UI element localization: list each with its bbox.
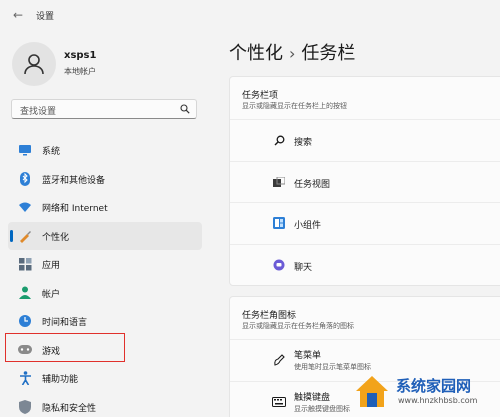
- nav-item-accessibility[interactable]: 辅助功能: [8, 364, 202, 393]
- nav-label: 系统: [42, 147, 61, 157]
- account-type: 本地帐户: [64, 67, 96, 76]
- settings-search-input[interactable]: 查找设置: [11, 99, 197, 119]
- nav-label: 网络和 Internet: [42, 204, 108, 214]
- accessibility-icon: [18, 371, 32, 385]
- breadcrumb-current: 任务栏: [301, 43, 356, 64]
- bluetooth-icon: [18, 171, 32, 186]
- section-header[interactable]: 任务栏项 显示或隐藏显示在任务栏上的按钮: [230, 77, 500, 119]
- nav-list: 系统 蓝牙和其他设备 网络和 Internet 个性化 应用 帐户 时间和语言 …: [8, 136, 204, 417]
- breadcrumb: 个性化 › 任务栏: [229, 39, 355, 65]
- nav-label: 个性化: [42, 232, 70, 243]
- section-header[interactable]: 任务栏角图标 显示或隐藏显示在任务栏角落的图标: [230, 297, 500, 339]
- nav-item-privacy-security[interactable]: 隐私和安全性: [8, 393, 202, 417]
- user-profile[interactable]: xsps1 本地帐户: [12, 40, 212, 90]
- row-label: 任务视图: [294, 179, 331, 190]
- chat-icon: [272, 258, 286, 272]
- nav-item-personalization[interactable]: 个性化: [8, 221, 202, 250]
- search-placeholder: 查找设置: [20, 107, 57, 117]
- taskbar-item-search[interactable]: 搜索: [230, 119, 500, 161]
- nav-item-time-language[interactable]: 时间和语言: [8, 307, 202, 336]
- pen-icon: [272, 353, 286, 367]
- row-subtitle: 显示触摸键盘图标: [294, 404, 350, 413]
- task-view-icon: [272, 175, 286, 189]
- widgets-icon: [272, 216, 286, 230]
- main-content: 个性化 › 任务栏 任务栏项 显示或隐藏显示在任务栏上的按钮 搜索 任务视图 小组件: [212, 30, 500, 417]
- monitor-icon: [18, 143, 32, 157]
- nav-item-accounts[interactable]: 帐户: [8, 279, 202, 308]
- search-icon: [272, 133, 286, 147]
- brush-icon: [18, 229, 32, 243]
- row-label: 触摸键盘: [294, 392, 331, 403]
- section-title: 任务栏角图标: [242, 311, 297, 321]
- shield-icon: [18, 399, 32, 414]
- taskbar-item-chat[interactable]: 聊天: [230, 243, 500, 286]
- house-logo-icon: [356, 376, 388, 407]
- back-arrow-icon[interactable]: ←: [10, 7, 26, 23]
- wifi-icon: [18, 200, 32, 214]
- nav-item-bluetooth[interactable]: 蓝牙和其他设备: [8, 165, 202, 194]
- watermark-url: www.hnzkhbsb.com: [398, 396, 478, 405]
- section-title: 任务栏项: [242, 91, 279, 101]
- nav-label: 帐户: [42, 289, 61, 300]
- apps-icon: [18, 257, 32, 271]
- globe-clock-icon: [18, 314, 32, 328]
- row-label: 小组件: [294, 221, 322, 231]
- keyboard-icon: [272, 395, 286, 409]
- row-label: 聊天: [294, 262, 313, 273]
- row-label: 笔菜单: [294, 351, 322, 361]
- nav-label: 时间和语言: [42, 318, 88, 328]
- nav-label: 应用: [42, 261, 61, 271]
- title-bar: ← 设置: [0, 0, 500, 30]
- nav-item-system[interactable]: 系统: [8, 136, 202, 165]
- user-name: xsps1: [64, 50, 97, 61]
- watermark-title: 系统家园网: [396, 377, 472, 395]
- taskbar-item-widgets[interactable]: 小组件: [230, 202, 500, 244]
- nav-label: 辅助功能: [42, 375, 79, 385]
- taskbar-items-section: 任务栏项 显示或隐藏显示在任务栏上的按钮 搜索 任务视图 小组件 聊天: [229, 76, 500, 286]
- nav-label: 蓝牙和其他设备: [42, 175, 106, 186]
- breadcrumb-parent[interactable]: 个性化: [229, 43, 283, 64]
- nav-item-apps[interactable]: 应用: [8, 250, 202, 279]
- nav-label: 隐私和安全性: [42, 403, 97, 414]
- row-label: 搜索: [294, 138, 313, 148]
- taskbar-item-task-view[interactable]: 任务视图: [230, 160, 500, 203]
- window-title: 设置: [36, 12, 55, 22]
- avatar: [12, 42, 56, 86]
- person-icon: [18, 286, 32, 300]
- person-avatar-icon: [24, 54, 44, 75]
- breadcrumb-separator: ›: [289, 44, 296, 63]
- section-description: 显示或隐藏显示在任务栏角落的图标: [242, 322, 354, 330]
- section-description: 显示或隐藏显示在任务栏上的按钮: [242, 102, 347, 110]
- nav-item-network[interactable]: 网络和 Internet: [8, 193, 202, 222]
- search-icon[interactable]: [180, 104, 190, 114]
- watermark: 系统家园网 www.hnzkhbsb.com: [352, 371, 496, 413]
- highlight-box: [5, 333, 125, 362]
